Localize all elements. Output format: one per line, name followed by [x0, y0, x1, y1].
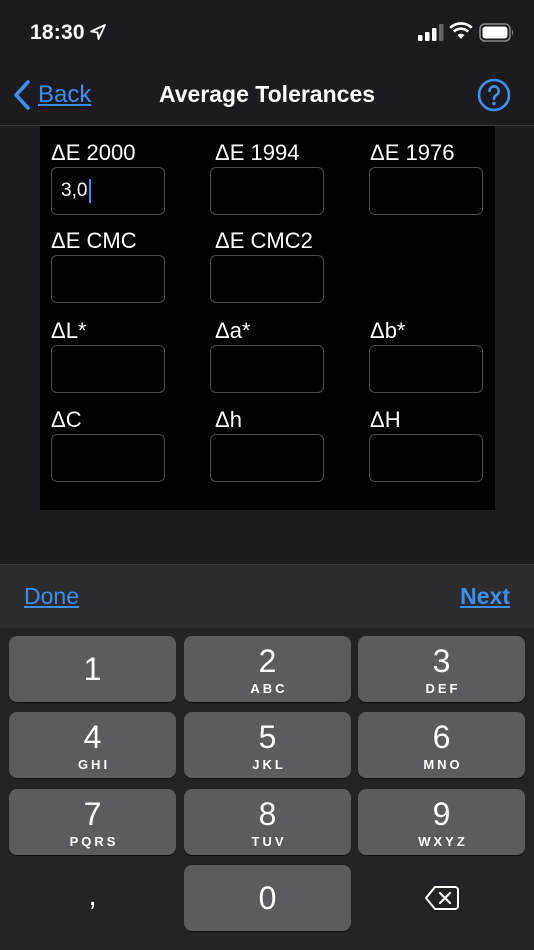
- question-circle-icon[interactable]: [477, 78, 511, 112]
- key-4-digit: 4: [83, 719, 102, 755]
- key-7-digit: 7: [83, 796, 102, 832]
- de1994-input[interactable]: [210, 167, 324, 215]
- key-9-letters: WXYZ: [418, 834, 468, 849]
- key-1-digit: 1: [83, 651, 102, 687]
- dh-lower-label: Δh: [215, 407, 242, 432]
- status-time: 18:30: [30, 21, 85, 44]
- wifi-icon: [449, 22, 473, 39]
- status-bar: 18:30: [0, 0, 534, 66]
- db-input[interactable]: [369, 345, 483, 393]
- key-8-letters: TUV: [251, 834, 287, 849]
- key-9-digit: 9: [432, 796, 451, 832]
- next-button[interactable]: Next: [460, 583, 510, 610]
- key-4-letters: GHI: [77, 757, 111, 772]
- key-8[interactable]: 8 TUV: [184, 789, 351, 855]
- dc-input[interactable]: [51, 434, 165, 482]
- key-6[interactable]: 6 MNO: [358, 712, 525, 778]
- decmc-label: ΔE CMC: [51, 228, 137, 253]
- de1976-label: ΔE 1976: [370, 140, 455, 165]
- navigation-bar: Back Average Tolerances: [0, 66, 534, 126]
- key-5-letters: JKL: [252, 757, 286, 772]
- key-7[interactable]: 7 PQRS: [9, 789, 176, 855]
- key-0[interactable]: 0: [184, 865, 351, 931]
- key-6-letters: MNO: [423, 757, 463, 772]
- dh-upper-label: ΔH: [370, 407, 401, 432]
- page-title: Average Tolerances: [158, 81, 376, 107]
- de2000-input[interactable]: 3,0: [51, 167, 165, 215]
- dl-input[interactable]: [51, 345, 165, 393]
- dc-label: ΔC: [51, 407, 82, 432]
- delete-key[interactable]: [358, 865, 525, 931]
- db-label: Δb*: [370, 318, 406, 343]
- key-0-digit: 0: [258, 880, 277, 916]
- de1994-label: ΔE 1994: [215, 140, 300, 165]
- keyboard-accessory-bar: Done Next: [0, 564, 534, 628]
- da-label: Δa*: [215, 318, 251, 343]
- cellular-signal-icon: [418, 24, 444, 41]
- dh-lower-input[interactable]: [210, 434, 324, 482]
- key-comma[interactable]: ,: [9, 865, 176, 931]
- tolerances-panel: ΔE 2000 3,0 ΔE 1994 ΔE 1976 ΔE CMC ΔE CM…: [40, 126, 495, 510]
- text-caret: [89, 179, 92, 203]
- decmc-input[interactable]: [51, 255, 165, 303]
- da-input[interactable]: [210, 345, 324, 393]
- de2000-label: ΔE 2000: [51, 140, 136, 165]
- key-8-digit: 8: [258, 796, 277, 832]
- key-comma-label: ,: [88, 879, 97, 912]
- key-9[interactable]: 9 WXYZ: [358, 789, 525, 855]
- key-5-digit: 5: [258, 719, 277, 755]
- key-6-digit: 6: [432, 719, 451, 755]
- de1976-input[interactable]: [369, 167, 483, 215]
- key-5[interactable]: 5 JKL: [184, 712, 351, 778]
- de2000-value: 3,0: [61, 180, 88, 201]
- key-3-digit: 3: [432, 643, 451, 679]
- key-7-letters: PQRS: [69, 834, 119, 849]
- key-3[interactable]: 3 DEF: [358, 636, 525, 702]
- dl-label: ΔL*: [51, 318, 87, 343]
- key-2-digit: 2: [258, 643, 277, 679]
- location-arrow-icon: [90, 24, 106, 40]
- key-2-letters: ABC: [250, 681, 288, 696]
- key-3-letters: DEF: [425, 681, 461, 696]
- key-4[interactable]: 4 GHI: [9, 712, 176, 778]
- decmc2-label: ΔE CMC2: [215, 228, 313, 253]
- decmc2-input[interactable]: [210, 255, 324, 303]
- key-2[interactable]: 2 ABC: [184, 636, 351, 702]
- key-1[interactable]: 1: [9, 636, 176, 702]
- backspace-icon: [425, 886, 459, 910]
- battery-icon: [479, 23, 514, 42]
- dh-upper-input[interactable]: [369, 434, 483, 482]
- done-button[interactable]: Done: [24, 583, 79, 610]
- numeric-keypad: 1 2 ABC 3 DEF 4 GHI 5 JKL 6 MNO 7 PQRS 8…: [0, 628, 534, 950]
